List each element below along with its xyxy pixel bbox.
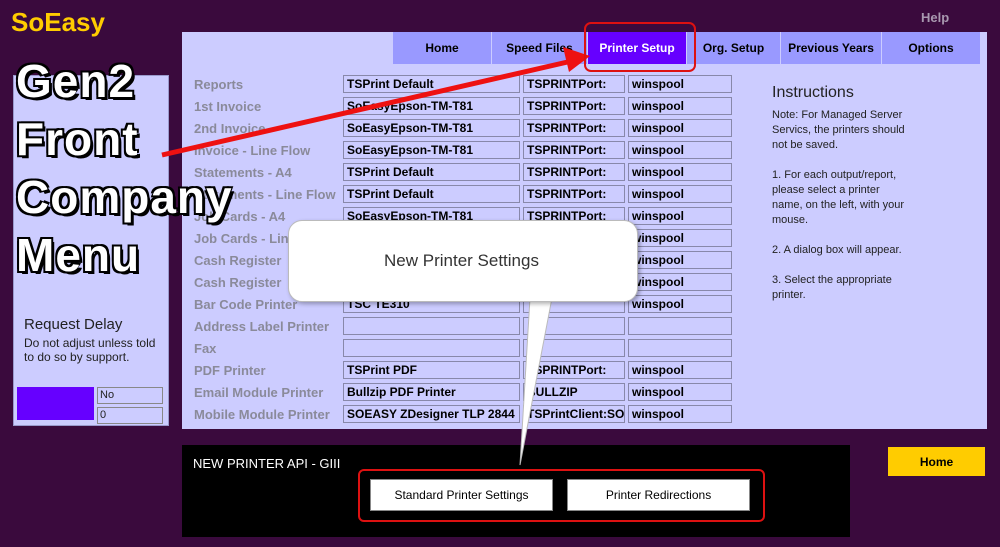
callout-text: New Printer Settings [384, 251, 539, 270]
overlay-line-3: Company [16, 171, 233, 223]
callout-bubble: New Printer Settings [288, 220, 638, 302]
overlay-line-2: Front [16, 113, 139, 165]
printer-setup-tab-highlight [584, 22, 696, 72]
overlay-line-4: Menu [16, 229, 141, 281]
overlay-line-1: Gen2 [16, 55, 136, 107]
overlay-title: Gen2 Front Company Menu [16, 52, 233, 284]
callout-pointer [519, 297, 553, 466]
